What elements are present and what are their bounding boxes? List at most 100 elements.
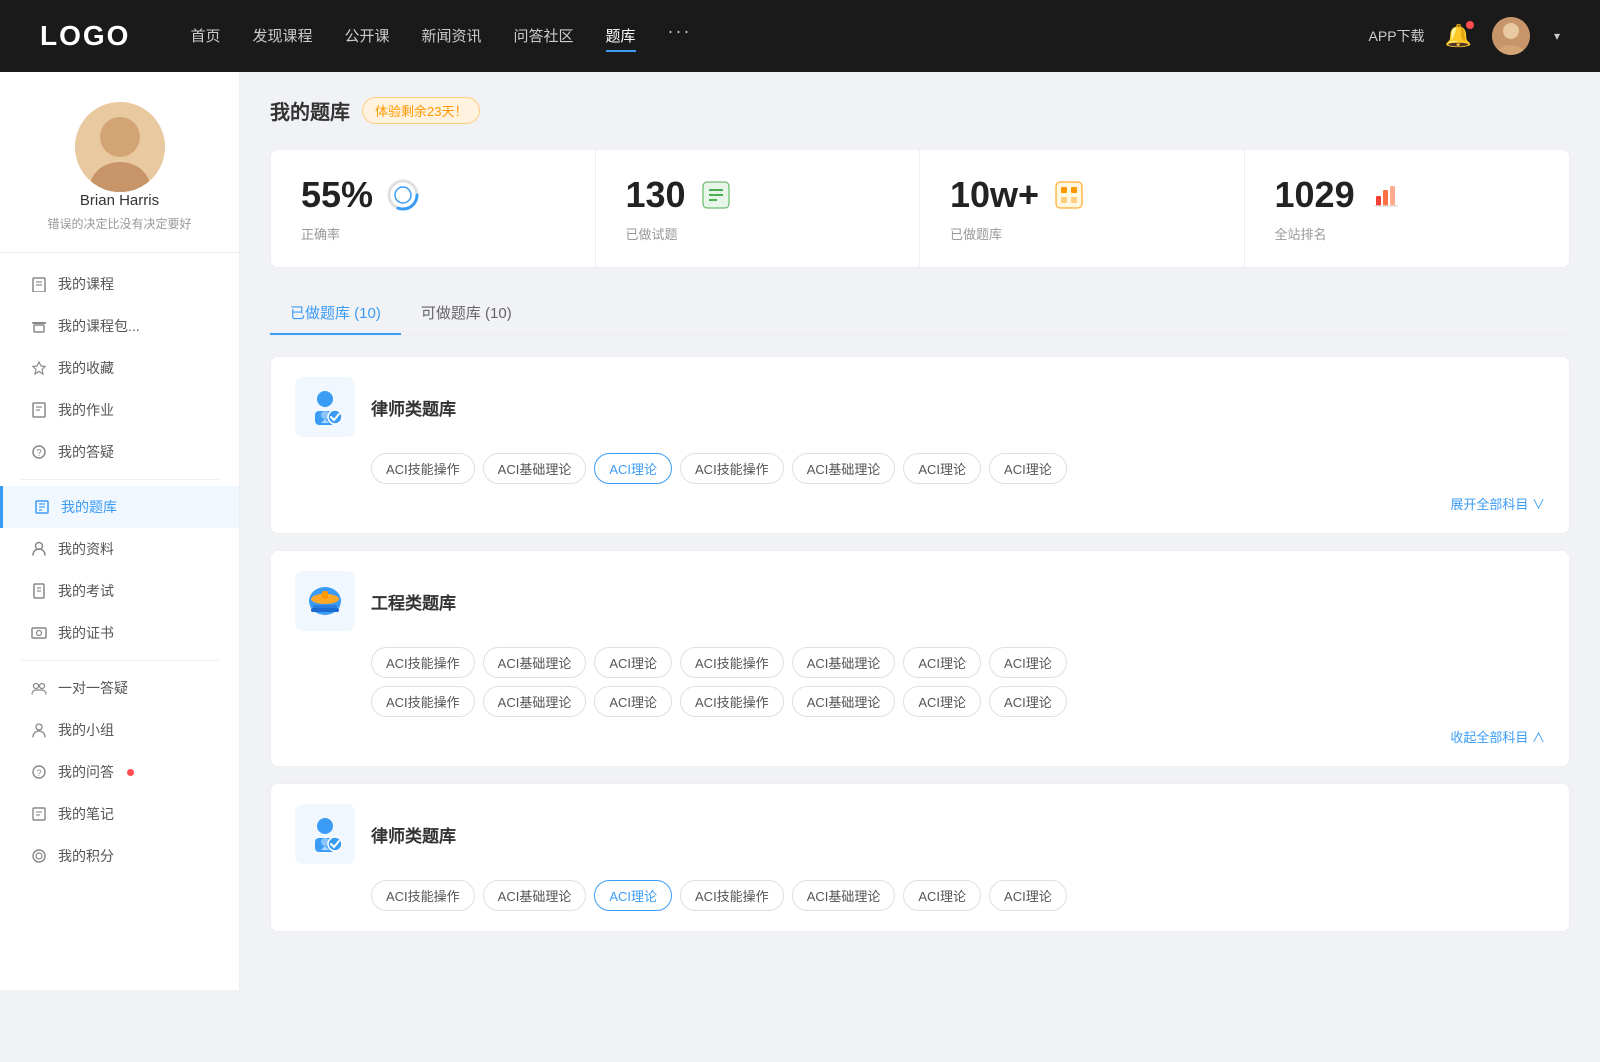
profile-name: Brian Harris (80, 192, 159, 209)
courses-icon (30, 275, 48, 293)
qb-expand-1[interactable]: 展开全部科目 ∨ (295, 494, 1545, 513)
sidebar-item-my-group-label: 我的小组 (58, 720, 114, 740)
sidebar-item-my-exam-label: 我的考试 (58, 581, 114, 601)
header: LOGO 首页 发现课程 公开课 新闻资讯 问答社区 题库 ··· APP下载 … (0, 0, 1600, 72)
qb-tag-2-r2-4[interactable]: ACI基础理论 (792, 686, 896, 717)
qb-tag-1-6[interactable]: ACI理论 (989, 453, 1067, 484)
trial-badge: 体验剩余23天！ (362, 97, 480, 124)
sidebar-item-my-course-packages-label: 我的课程包... (58, 316, 140, 336)
main-layout: Brian Harris 错误的决定比没有决定要好 我的课程 我的课程包... (0, 72, 1600, 990)
qb-tag-2-r2-2[interactable]: ACI理论 (594, 686, 672, 717)
sidebar-item-my-group[interactable]: 我的小组 (0, 709, 239, 751)
logo[interactable]: LOGO (40, 20, 130, 52)
qb-tag-3-4[interactable]: ACI基础理论 (792, 880, 896, 911)
sidebar-item-my-notes-label: 我的笔记 (58, 804, 114, 824)
favorites-icon (30, 359, 48, 377)
header-right: APP下载 🔔 ▾ (1369, 17, 1560, 55)
qb-title-3: 律师类题库 (371, 822, 456, 847)
nav-home[interactable]: 首页 (190, 21, 220, 52)
stat-rank-label: 全站排名 (1275, 224, 1540, 243)
chevron-down-icon[interactable]: ▾ (1554, 29, 1560, 43)
sidebar-item-my-courses-label: 我的课程 (58, 274, 114, 294)
avatar[interactable] (1492, 17, 1530, 55)
qb-tag-3-5[interactable]: ACI理论 (903, 880, 981, 911)
homework-icon (30, 401, 48, 419)
qb-tag-3-2[interactable]: ACI理论 (594, 880, 672, 911)
qb-tag-2-r2-5[interactable]: ACI理论 (903, 686, 981, 717)
stat-accuracy-value: 55% (301, 174, 373, 216)
qb-tag-2-r2-3[interactable]: ACI技能操作 (680, 686, 784, 717)
nav-opencourse[interactable]: 公开课 (344, 21, 389, 52)
stat-accuracy: 55% 正确率 (271, 150, 596, 267)
qb-expand-2[interactable]: 收起全部科目 ∧ (295, 727, 1545, 746)
qb-tag-2-5[interactable]: ACI理论 (903, 647, 981, 678)
sidebar-item-my-courses[interactable]: 我的课程 (0, 263, 239, 305)
sidebar-item-my-questionbank[interactable]: 我的题库 (0, 486, 239, 528)
qb-tag-1-2[interactable]: ACI理论 (594, 453, 672, 484)
stat-done-banks-value: 10w+ (950, 174, 1039, 216)
qb-tag-3-6[interactable]: ACI理论 (989, 880, 1067, 911)
sidebar-item-my-profile[interactable]: 我的资料 (0, 528, 239, 570)
sidebar-item-my-qa[interactable]: ? 我的答疑 (0, 431, 239, 473)
stat-rank: 1029 全站排名 (1245, 150, 1570, 267)
svg-text:?: ? (36, 448, 42, 459)
qb-tag-3-0[interactable]: ACI技能操作 (371, 880, 475, 911)
stat-done-questions: 130 已做试题 (596, 150, 921, 267)
notification-bell-icon[interactable]: 🔔 (1445, 23, 1472, 49)
stat-done-banks-label: 已做题库 (950, 224, 1214, 243)
nav-more[interactable]: ··· (668, 21, 692, 52)
qb-card-1-header: 律师类题库 (295, 377, 1545, 437)
sidebar-item-my-favorites-label: 我的收藏 (58, 358, 114, 378)
tab-done-banks[interactable]: 已做题库 (10) (270, 292, 401, 335)
qb-tags-1: ACI技能操作 ACI基础理论 ACI理论 ACI技能操作 ACI基础理论 AC… (371, 453, 1545, 484)
sidebar-item-one-on-one-label: 一对一答疑 (58, 678, 128, 698)
nav-news[interactable]: 新闻资讯 (422, 21, 482, 52)
sidebar-item-my-favorites[interactable]: 我的收藏 (0, 347, 239, 389)
sidebar-item-my-questions-label: 我的问答 (58, 762, 114, 782)
sidebar-item-my-homework[interactable]: 我的作业 (0, 389, 239, 431)
profile-section: Brian Harris 错误的决定比没有决定要好 (0, 102, 239, 253)
qb-icon-engineer (295, 571, 355, 631)
main-nav: 首页 发现课程 公开课 新闻资讯 问答社区 题库 ··· (190, 21, 1368, 52)
nav-discover[interactable]: 发现课程 (252, 21, 312, 52)
sidebar-item-my-certificate[interactable]: 我的证书 (0, 612, 239, 654)
nav-questionbank[interactable]: 题库 (606, 21, 636, 52)
qb-tag-2-6[interactable]: ACI理论 (989, 647, 1067, 678)
qb-tag-3-3[interactable]: ACI技能操作 (680, 880, 784, 911)
sidebar-item-my-questionbank-label: 我的题库 (61, 497, 117, 517)
tab-available-banks[interactable]: 可做题库 (10) (401, 292, 532, 335)
qb-tag-1-5[interactable]: ACI理论 (903, 453, 981, 484)
qb-tag-2-1[interactable]: ACI基础理论 (483, 647, 587, 678)
qb-tag-1-4[interactable]: ACI基础理论 (792, 453, 896, 484)
qb-tag-2-r2-6[interactable]: ACI理论 (989, 686, 1067, 717)
sidebar-item-one-on-one[interactable]: 一对一答疑 (0, 667, 239, 709)
qb-card-3: 律师类题库 ACI技能操作 ACI基础理论 ACI理论 ACI技能操作 ACI基… (270, 783, 1570, 932)
sidebar-item-my-course-packages[interactable]: 我的课程包... (0, 305, 239, 347)
qb-tag-1-0[interactable]: ACI技能操作 (371, 453, 475, 484)
qb-tag-1-1[interactable]: ACI基础理论 (483, 453, 587, 484)
qb-tag-2-4[interactable]: ACI基础理论 (792, 647, 896, 678)
sidebar-item-my-questions[interactable]: ? 我的问答 (0, 751, 239, 793)
qb-tag-2-2[interactable]: ACI理论 (594, 647, 672, 678)
qb-tag-2-r2-0[interactable]: ACI技能操作 (371, 686, 475, 717)
qb-tags-2: ACI技能操作 ACI基础理论 ACI理论 ACI技能操作 ACI基础理论 AC… (371, 647, 1545, 678)
questionbank-icon (33, 498, 51, 516)
pie-chart-icon (385, 177, 421, 213)
sidebar-item-my-notes[interactable]: 我的笔记 (0, 793, 239, 835)
app-download-button[interactable]: APP下载 (1369, 26, 1425, 46)
qb-tag-2-r2-1[interactable]: ACI基础理论 (483, 686, 587, 717)
qa-icon: ? (30, 443, 48, 461)
qb-icon-lawyer-1 (295, 377, 355, 437)
nav-qa[interactable]: 问答社区 (514, 21, 574, 52)
sidebar-item-my-exam[interactable]: 我的考试 (0, 570, 239, 612)
qb-tag-3-1[interactable]: ACI基础理论 (483, 880, 587, 911)
sidebar-item-my-certificate-label: 我的证书 (58, 623, 114, 643)
sidebar-item-my-points[interactable]: 我的积分 (0, 835, 239, 877)
qb-tag-2-3[interactable]: ACI技能操作 (680, 647, 784, 678)
qb-card-1: 律师类题库 ACI技能操作 ACI基础理论 ACI理论 ACI技能操作 ACI基… (270, 356, 1570, 534)
qb-tag-1-3[interactable]: ACI技能操作 (680, 453, 784, 484)
sidebar-item-my-profile-label: 我的资料 (58, 539, 114, 559)
stat-done-questions-top: 130 (626, 174, 890, 216)
qb-tag-2-0[interactable]: ACI技能操作 (371, 647, 475, 678)
stat-done-questions-value: 130 (626, 174, 686, 216)
